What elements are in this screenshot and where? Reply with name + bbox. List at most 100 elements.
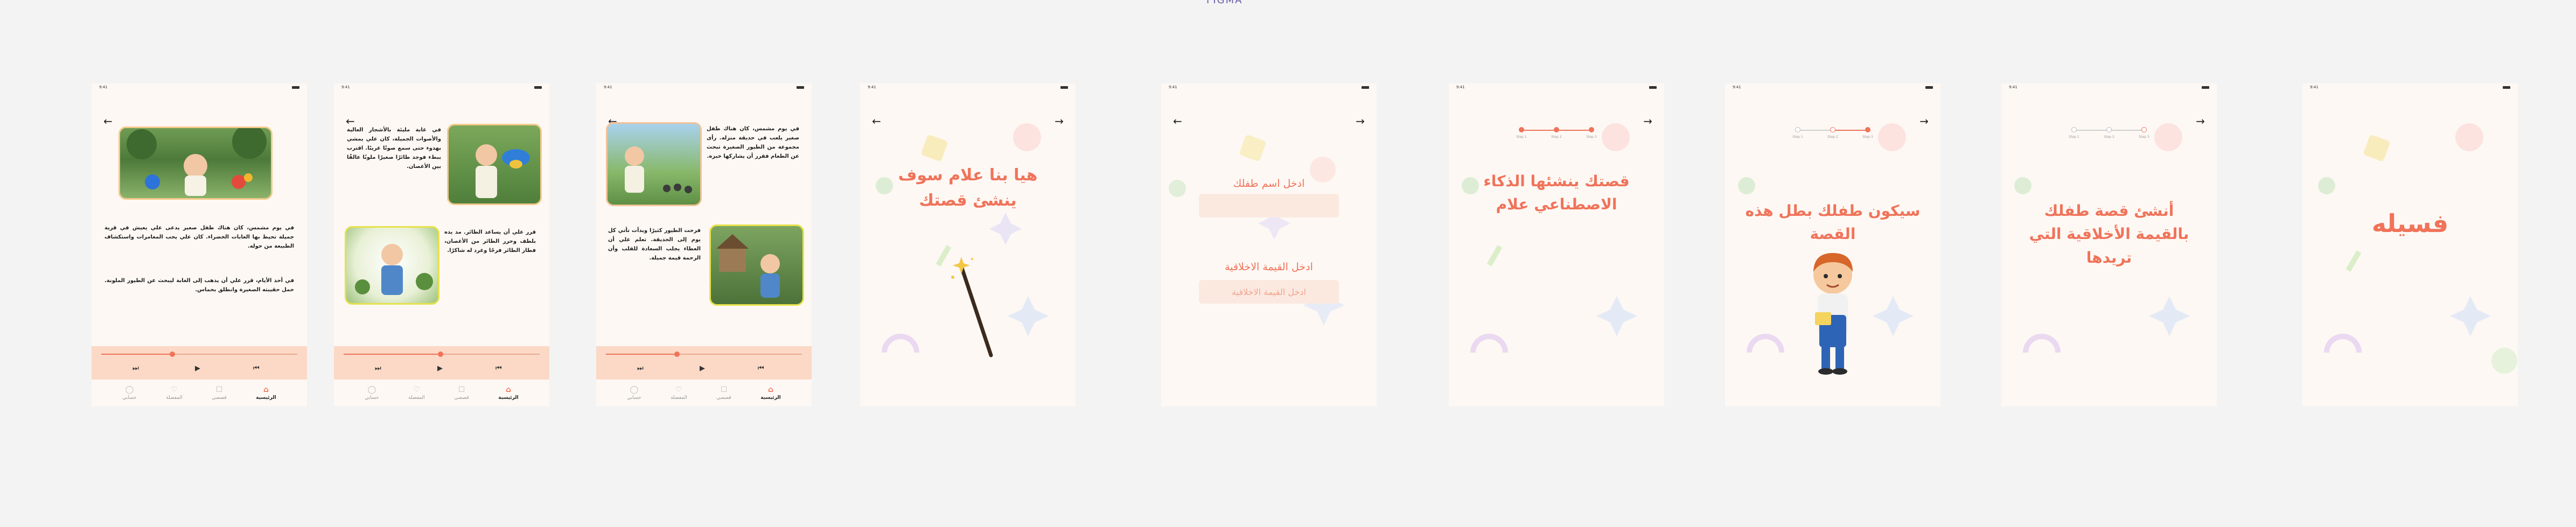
phone-story-1: 9:41 ← في يوم مشمس، كان هناك طفل صغير يل… — [596, 83, 812, 406]
play-icon[interactable]: ▶ — [437, 364, 443, 373]
story-paragraph-2: فرحت الطيور كثيرًا وبدأت تأتي كل يوم إلى… — [608, 228, 701, 261]
nav-item-account[interactable]: ◯ حسابي — [627, 385, 641, 400]
step-indicator: Step 1 Step 2 Step 3 — [1792, 127, 1873, 143]
phone-story-2: 9:41 ← في غابة مليئة بالأشجار العالية وا… — [334, 83, 549, 406]
step-dot-1 — [1519, 127, 1524, 132]
nav-label: المفضلة — [671, 395, 687, 400]
progress-slider[interactable] — [101, 352, 297, 357]
nav-label: قصصي — [212, 395, 227, 400]
step-dot-3 — [1865, 127, 1870, 132]
status-time: 9:41 — [604, 85, 612, 89]
play-icon[interactable]: ▶ — [700, 364, 705, 373]
bottom-nav: ◯ حسابي ♡ المفضلة ☐ قصصي ⌂ الرئيسية — [596, 380, 812, 406]
next-track-icon[interactable]: ⏭ — [637, 364, 644, 373]
step-label: Step 1 — [2069, 135, 2079, 139]
phone-splash: 9:41 فسيله — [2302, 83, 2518, 406]
nav-item-home[interactable]: ⌂ الرئيسية — [760, 385, 780, 400]
story-illustration — [345, 226, 439, 305]
status-time: 9:41 — [341, 85, 350, 89]
canvas-title: FIGMA — [1206, 0, 1243, 6]
step-label: Step 3 — [2139, 135, 2149, 139]
status-bar: 9:41 — [334, 83, 549, 91]
nav-item-favorites[interactable]: ♡ المفضلة — [166, 385, 183, 400]
child-name-input[interactable] — [1199, 194, 1339, 217]
story-illustration — [447, 124, 542, 205]
audio-player: ⏭ ▶ ⏮ — [596, 346, 812, 380]
nav-item-favorites[interactable]: ♡ المفضلة — [671, 385, 687, 400]
story-illustration — [709, 224, 804, 306]
nav-item-home[interactable]: ⌂ الرئيسية — [498, 385, 518, 400]
audio-player: ⏭ ▶ ⏮ — [334, 346, 549, 380]
progress-slider[interactable] — [606, 352, 802, 357]
step-dot-1 — [2071, 127, 2077, 132]
book-icon: ☐ — [215, 385, 223, 394]
boy-bird-icon — [476, 144, 530, 198]
phone-hero: 9:41 → Step 1 Step 2 Step 3 سيكون طفلك ب… — [1725, 83, 1940, 406]
phone-form: 9:41 ← → ادخل اسم طفلك ادخل القيمة الاخل… — [1161, 83, 1377, 406]
village-scene-icon — [716, 234, 780, 298]
prev-track-icon[interactable]: ⏮ — [758, 364, 764, 373]
step-dot-3 — [2141, 127, 2147, 132]
loading-headline: هيا بنا علام سوف ينشئ قصتك — [898, 166, 1038, 210]
step-label: Step 3 — [1862, 135, 1873, 139]
step-dot-2 — [1830, 127, 1835, 132]
bottom-nav: ◯ حسابي ♡ المفضلة ☐ قصصي ⌂ الرئيسية — [334, 380, 549, 406]
step-indicator: Step 1 Step 2 Step 3 — [2069, 127, 2149, 143]
user-icon: ◯ — [125, 385, 134, 394]
nav-label: الرئيسية — [760, 395, 781, 400]
nav-item-stories[interactable]: ☐ قصصي — [454, 385, 469, 400]
boy-forest-icon — [355, 244, 433, 295]
heart-icon: ♡ — [171, 385, 178, 394]
status-time: 9:41 — [99, 85, 108, 89]
background-doodles-icon — [1169, 135, 1344, 326]
boy-character-icon — [1813, 253, 1853, 375]
step-dot-2 — [2106, 127, 2112, 132]
play-icon[interactable]: ▶ — [195, 364, 200, 373]
story-paragraph-2: في أحد الأيام، قرر علي أن يذهب إلى الغاب… — [104, 278, 294, 293]
step-indicator: Step 1 Step 2 Step 3 — [1516, 127, 1597, 143]
story-paragraph-1: في يوم مشمس، كان هناك طفل صغير يلعب في ح… — [707, 126, 799, 159]
nav-label: قصصي — [454, 395, 469, 400]
step-label: Step 1 — [1516, 135, 1527, 139]
nav-label: حسابي — [627, 395, 641, 400]
status-bar: 9:41 — [92, 83, 307, 91]
next-track-icon[interactable]: ⏭ — [375, 364, 381, 373]
nav-label: قصصي — [716, 395, 731, 400]
nav-item-favorites[interactable]: ♡ المفضلة — [408, 385, 425, 400]
step-label: Step 2 — [1827, 135, 1838, 139]
home-icon: ⌂ — [505, 385, 511, 394]
user-icon: ◯ — [367, 385, 376, 394]
background-doodles-icon — [2318, 123, 2517, 374]
nav-label: الرئيسية — [256, 395, 276, 400]
step-dot-1 — [1795, 127, 1800, 132]
nav-item-account[interactable]: ◯ حسابي — [365, 385, 379, 400]
step-label: Step 2 — [1551, 135, 1562, 139]
moral-value-input[interactable] — [1199, 280, 1339, 304]
back-arrow-icon[interactable]: ← — [103, 115, 113, 128]
nav-item-stories[interactable]: ☐ قصصي — [716, 385, 731, 400]
ai-headline: قصتك ينشئها الذكاء الاصطناعي علام — [1483, 172, 1630, 214]
prev-track-icon[interactable]: ⏮ — [495, 364, 502, 373]
user-icon: ◯ — [630, 385, 639, 394]
prev-track-icon[interactable]: ⏮ — [253, 364, 260, 373]
nav-item-account[interactable]: ◯ حسابي — [122, 385, 136, 400]
story-illustration — [606, 122, 702, 206]
nav-item-stories[interactable]: ☐ قصصي — [212, 385, 226, 400]
story-paragraph-1: في غابة مليئة بالأشجار العالية والأصوات … — [347, 127, 441, 170]
progress-slider[interactable] — [344, 352, 540, 357]
nav-label: الرئيسية — [498, 395, 519, 400]
app-logo-title: فسيله — [2371, 209, 2449, 238]
step-label: Step 3 — [1586, 135, 1597, 139]
phone-intro: 9:41 → Step 1 Step 2 Step 3 أنشئ قصة طفل… — [2001, 83, 2217, 406]
story-paragraph-2: قرر علي أن يساعد الطائر. مد يده بلطف وحر… — [444, 229, 536, 254]
home-icon: ⌂ — [767, 385, 773, 394]
nav-item-home[interactable]: ⌂ الرئيسية — [256, 385, 276, 400]
step-dot-3 — [1589, 127, 1594, 132]
bottom-nav: ◯ حسابي ♡ المفضلة ☐ قصصي ⌂ الرئيسية — [92, 380, 307, 406]
nav-label: المفضلة — [166, 395, 183, 400]
heart-icon: ♡ — [675, 385, 682, 394]
phone-loading: 9:41 ← → هيا بنا علام سوف ينشئ قصتك — [860, 83, 1076, 406]
next-track-icon[interactable]: ⏭ — [132, 364, 139, 373]
nav-label: حسابي — [365, 395, 379, 400]
forest-scene-icon — [127, 128, 267, 196]
